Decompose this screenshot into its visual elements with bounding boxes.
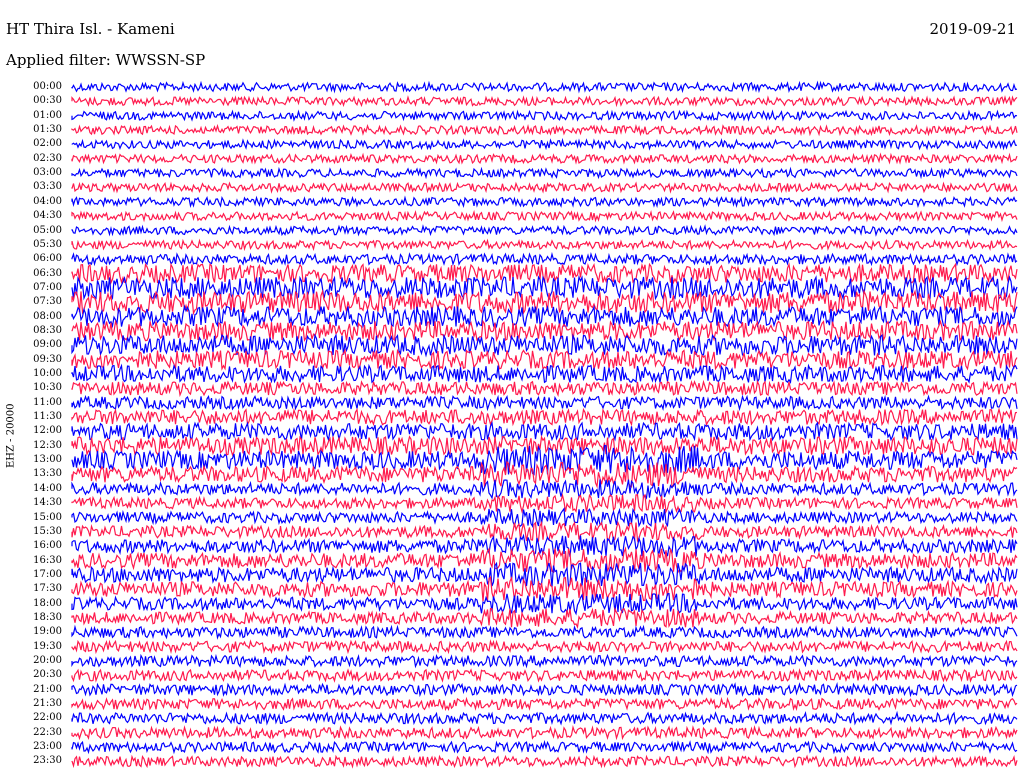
- helicorder-plot: [71, 80, 1018, 769]
- seismic-trace-0430: [71, 209, 1018, 223]
- seismic-trace-1500: [71, 507, 1018, 528]
- seismic-trace-0200: [71, 137, 1018, 151]
- seismic-trace-0130: [71, 123, 1018, 137]
- seismic-trace-1200: [71, 421, 1018, 443]
- seismic-trace-1700: [71, 561, 1018, 589]
- seismic-trace-2300: [71, 739, 1018, 755]
- seismic-trace-2200: [71, 710, 1018, 726]
- seismic-trace-0800: [71, 304, 1018, 329]
- seismic-trace-2330: [71, 754, 1018, 769]
- seismic-trace-0900: [71, 333, 1018, 358]
- seismic-trace-1230: [71, 434, 1018, 457]
- seismic-trace-0530: [71, 238, 1018, 252]
- seismic-trace-2030: [71, 668, 1018, 683]
- seismic-trace-0100: [71, 109, 1018, 122]
- seismic-trace-1530: [71, 520, 1018, 543]
- seismic-trace-0300: [71, 166, 1018, 180]
- seismic-trace-2130: [71, 696, 1018, 712]
- seismic-trace-1900: [71, 624, 1018, 640]
- seismic-trace-1130: [71, 407, 1018, 427]
- seismic-trace-2100: [71, 681, 1018, 698]
- seismic-trace-0500: [71, 224, 1018, 237]
- seismic-trace-0230: [71, 152, 1018, 165]
- seismic-trace-0330: [71, 181, 1018, 194]
- seismic-trace-1630: [71, 546, 1018, 574]
- seismic-trace-0030: [71, 95, 1018, 108]
- seismic-trace-1830: [71, 606, 1018, 630]
- seismic-trace-1430: [71, 493, 1018, 514]
- seismic-trace-1000: [71, 363, 1018, 384]
- seismic-trace-0400: [71, 195, 1018, 209]
- seismic-trace-2000: [71, 653, 1018, 669]
- seismic-trace-0600: [71, 251, 1018, 267]
- seismic-trace-1930: [71, 639, 1018, 655]
- seismic-trace-1030: [71, 379, 1018, 398]
- seismic-trace-1100: [71, 394, 1018, 412]
- seismic-trace-2230: [71, 724, 1018, 741]
- seismic-trace-1400: [71, 479, 1018, 500]
- seismic-trace-0000: [71, 80, 1018, 94]
